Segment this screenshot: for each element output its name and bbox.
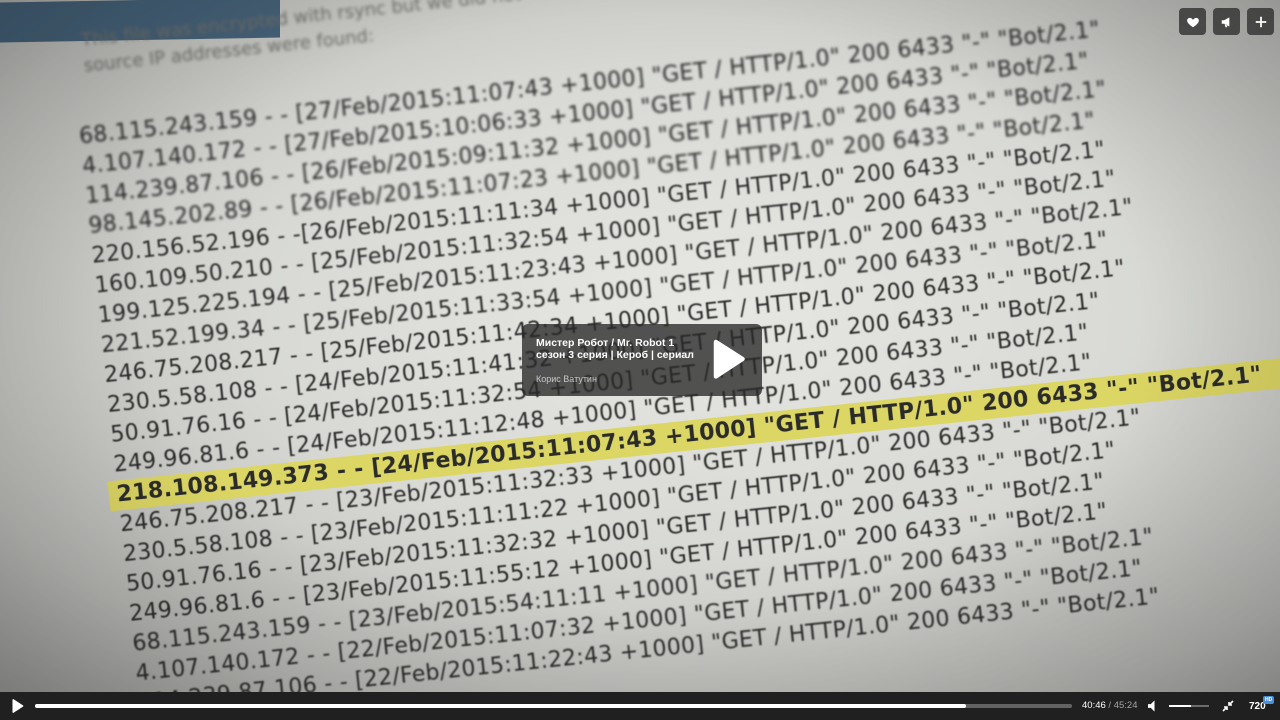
collapse-icon bbox=[1222, 700, 1234, 712]
like-button[interactable] bbox=[1179, 8, 1206, 35]
plus-icon bbox=[1255, 16, 1266, 27]
play-button[interactable] bbox=[9, 698, 25, 714]
add-to-playlist-button[interactable] bbox=[1247, 8, 1274, 35]
video-title-line: Мистер Робот / Mr. Robot 1 bbox=[536, 337, 675, 349]
player-controls: 40:46 / 45:24 720 HD bbox=[0, 692, 1280, 720]
progress-fill bbox=[35, 704, 966, 708]
big-play-button[interactable] bbox=[706, 338, 750, 382]
exit-fullscreen-button[interactable] bbox=[1220, 698, 1236, 714]
play-icon bbox=[12, 699, 23, 713]
play-icon bbox=[713, 339, 745, 379]
video-player[interactable]: This file was encrypted with rsync but w… bbox=[0, 0, 1280, 720]
heart-icon bbox=[1186, 17, 1199, 27]
video-author[interactable]: Корис Ватутин bbox=[536, 374, 597, 384]
quality-button[interactable]: 720 HD bbox=[1246, 696, 1276, 716]
total-time: 45:24 bbox=[1113, 700, 1138, 711]
time-separator: / bbox=[1105, 700, 1114, 711]
video-title-line: сезон 3 серия | Кероб | сериал bbox=[536, 349, 694, 361]
video-title[interactable]: Мистер Робот / Mr. Robot 1 сезон 3 серия… bbox=[536, 337, 696, 361]
speaker-icon bbox=[1147, 700, 1154, 712]
video-info-card[interactable]: Мистер Робот / Mr. Robot 1 сезон 3 серия… bbox=[522, 324, 762, 396]
current-time: 40:46 bbox=[1082, 700, 1106, 711]
volume-button[interactable] bbox=[1146, 698, 1162, 714]
volume-slider[interactable] bbox=[1169, 705, 1209, 707]
time-display: 40:46 / 45:24 bbox=[1082, 700, 1137, 712]
volume-fill bbox=[1169, 705, 1191, 707]
hd-badge: HD bbox=[1263, 696, 1275, 704]
share-button[interactable] bbox=[1213, 8, 1240, 35]
progress-bar[interactable] bbox=[35, 704, 1072, 708]
megaphone-icon bbox=[1221, 16, 1229, 27]
